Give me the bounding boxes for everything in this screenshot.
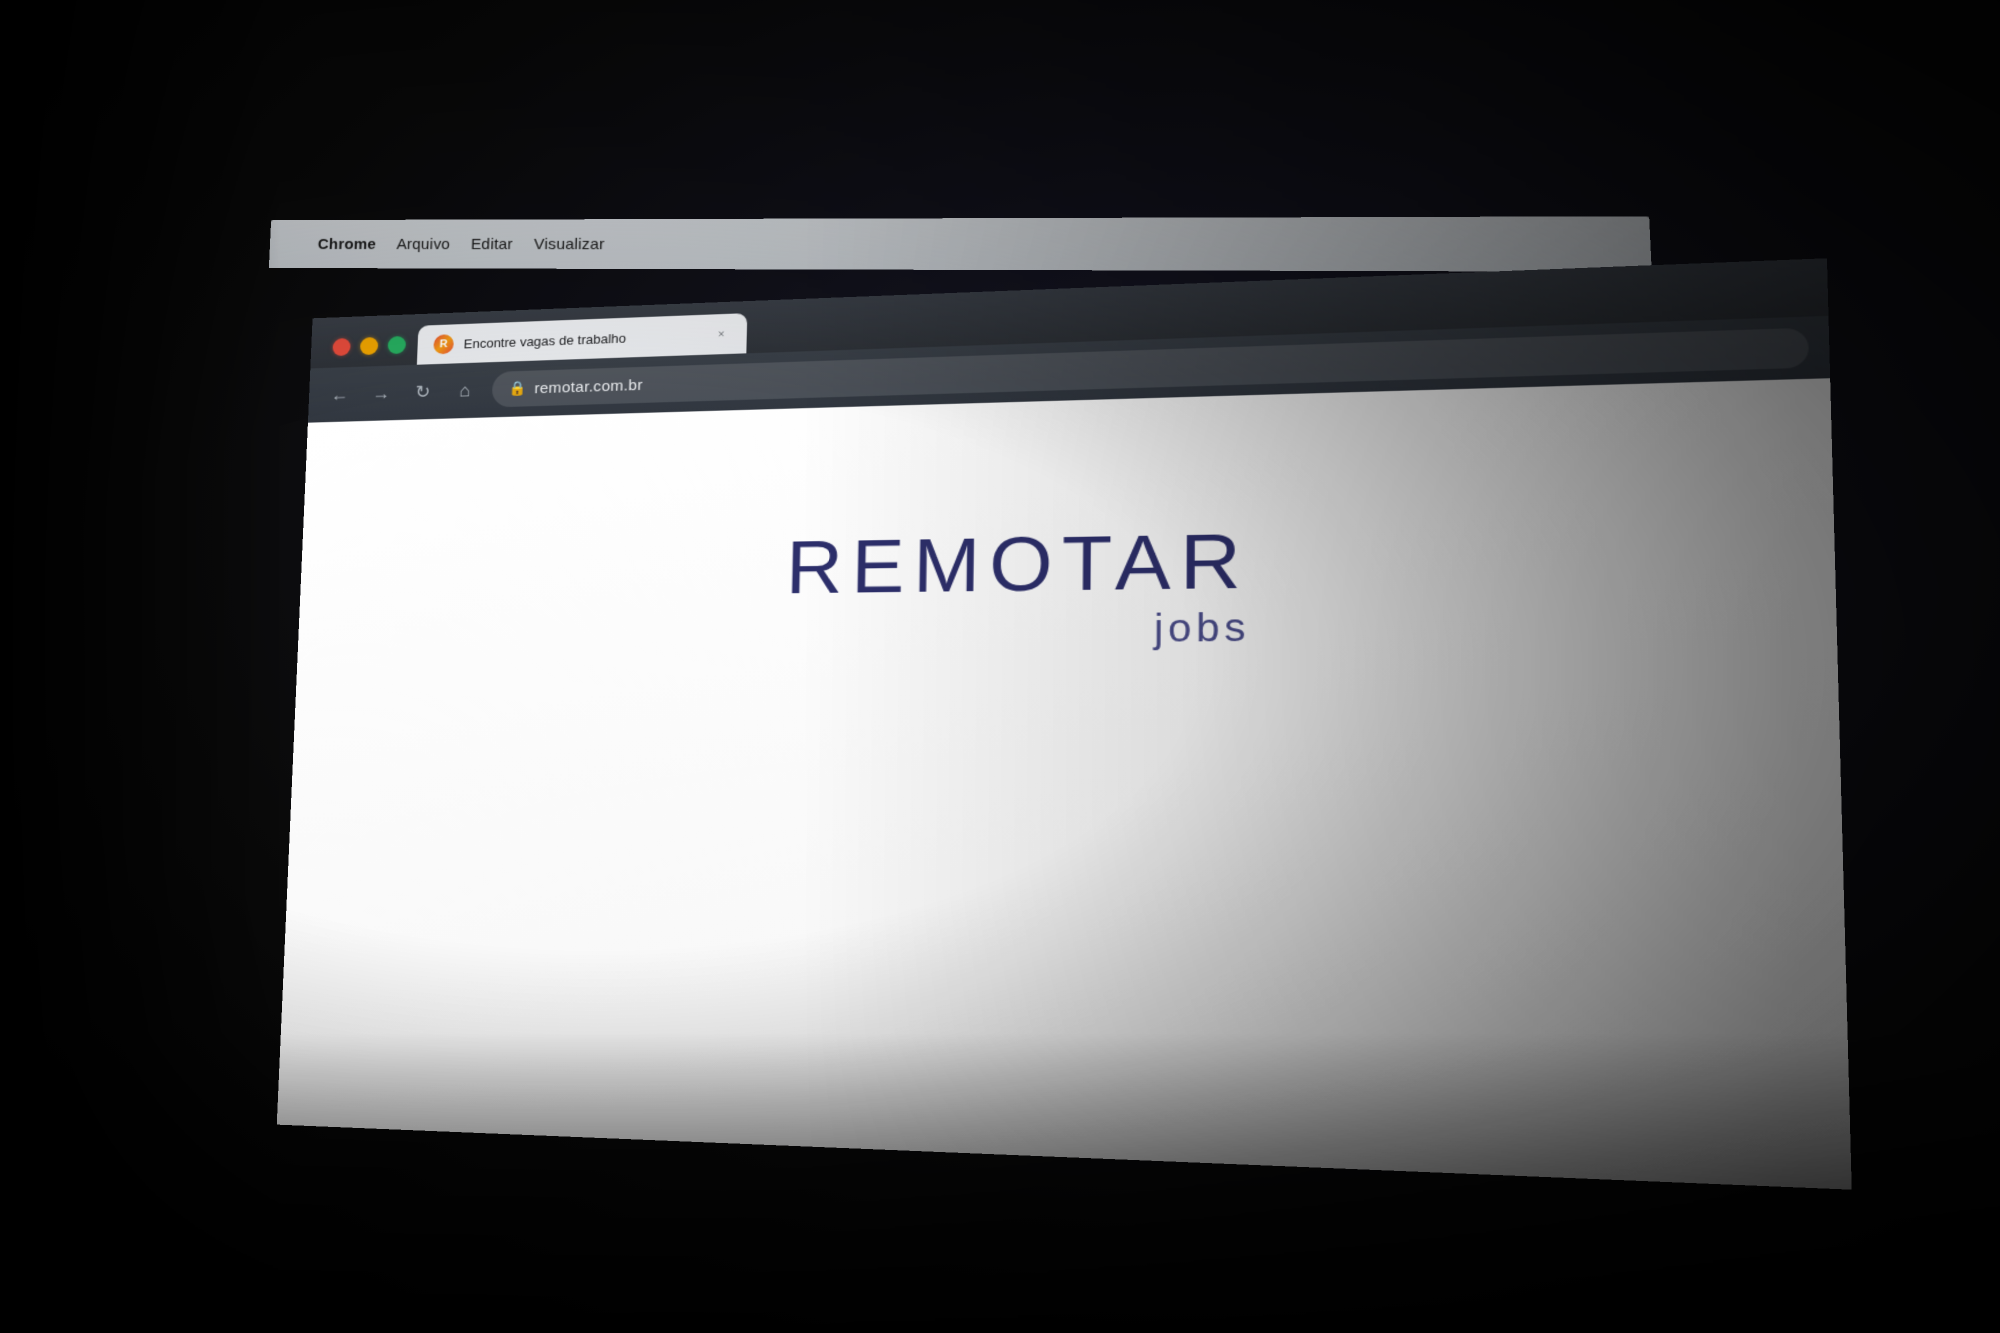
minimize-button[interactable] <box>360 337 378 355</box>
mac-menubar: Chrome Arquivo Editar Visualizar <box>269 216 1652 272</box>
tab-favicon: R <box>433 334 454 354</box>
reload-button[interactable]: ↻ <box>407 377 438 407</box>
tab-close-button[interactable]: × <box>713 326 730 343</box>
forward-button[interactable]: → <box>366 378 397 408</box>
logo-sub-text: jobs <box>1154 605 1250 651</box>
lock-icon: 🔒 <box>508 380 526 397</box>
close-button[interactable] <box>332 338 350 356</box>
menu-editar[interactable]: Editar <box>471 235 514 252</box>
back-button[interactable]: ← <box>324 379 355 409</box>
traffic-lights <box>320 335 418 368</box>
menu-visualizar[interactable]: Visualizar <box>534 235 605 253</box>
maximize-button[interactable] <box>388 336 407 354</box>
menu-arquivo[interactable]: Arquivo <box>396 235 450 252</box>
scene: Chrome Arquivo Editar Visualizar R Encon… <box>0 0 2000 1333</box>
site-logo: REMOTAR jobs <box>784 523 1250 653</box>
logo-main-label: REMOTAR <box>785 519 1250 610</box>
mac-menubar-container: Chrome Arquivo Editar Visualizar <box>269 216 1652 272</box>
browser-window: R Encontre vagas de trabalho × ← → ↻ ⌂ 🔒 <box>277 258 1852 1189</box>
home-button[interactable]: ⌂ <box>449 375 480 405</box>
url-display: remotar.com.br <box>534 376 643 396</box>
tab-title: Encontre vagas de trabalho <box>463 330 626 351</box>
menu-chrome[interactable]: Chrome <box>317 235 376 252</box>
logo-main-text: REMOTAR <box>785 523 1250 605</box>
vignette-left <box>0 0 280 1333</box>
webpage-content: REMOTAR jobs <box>277 378 1852 1189</box>
